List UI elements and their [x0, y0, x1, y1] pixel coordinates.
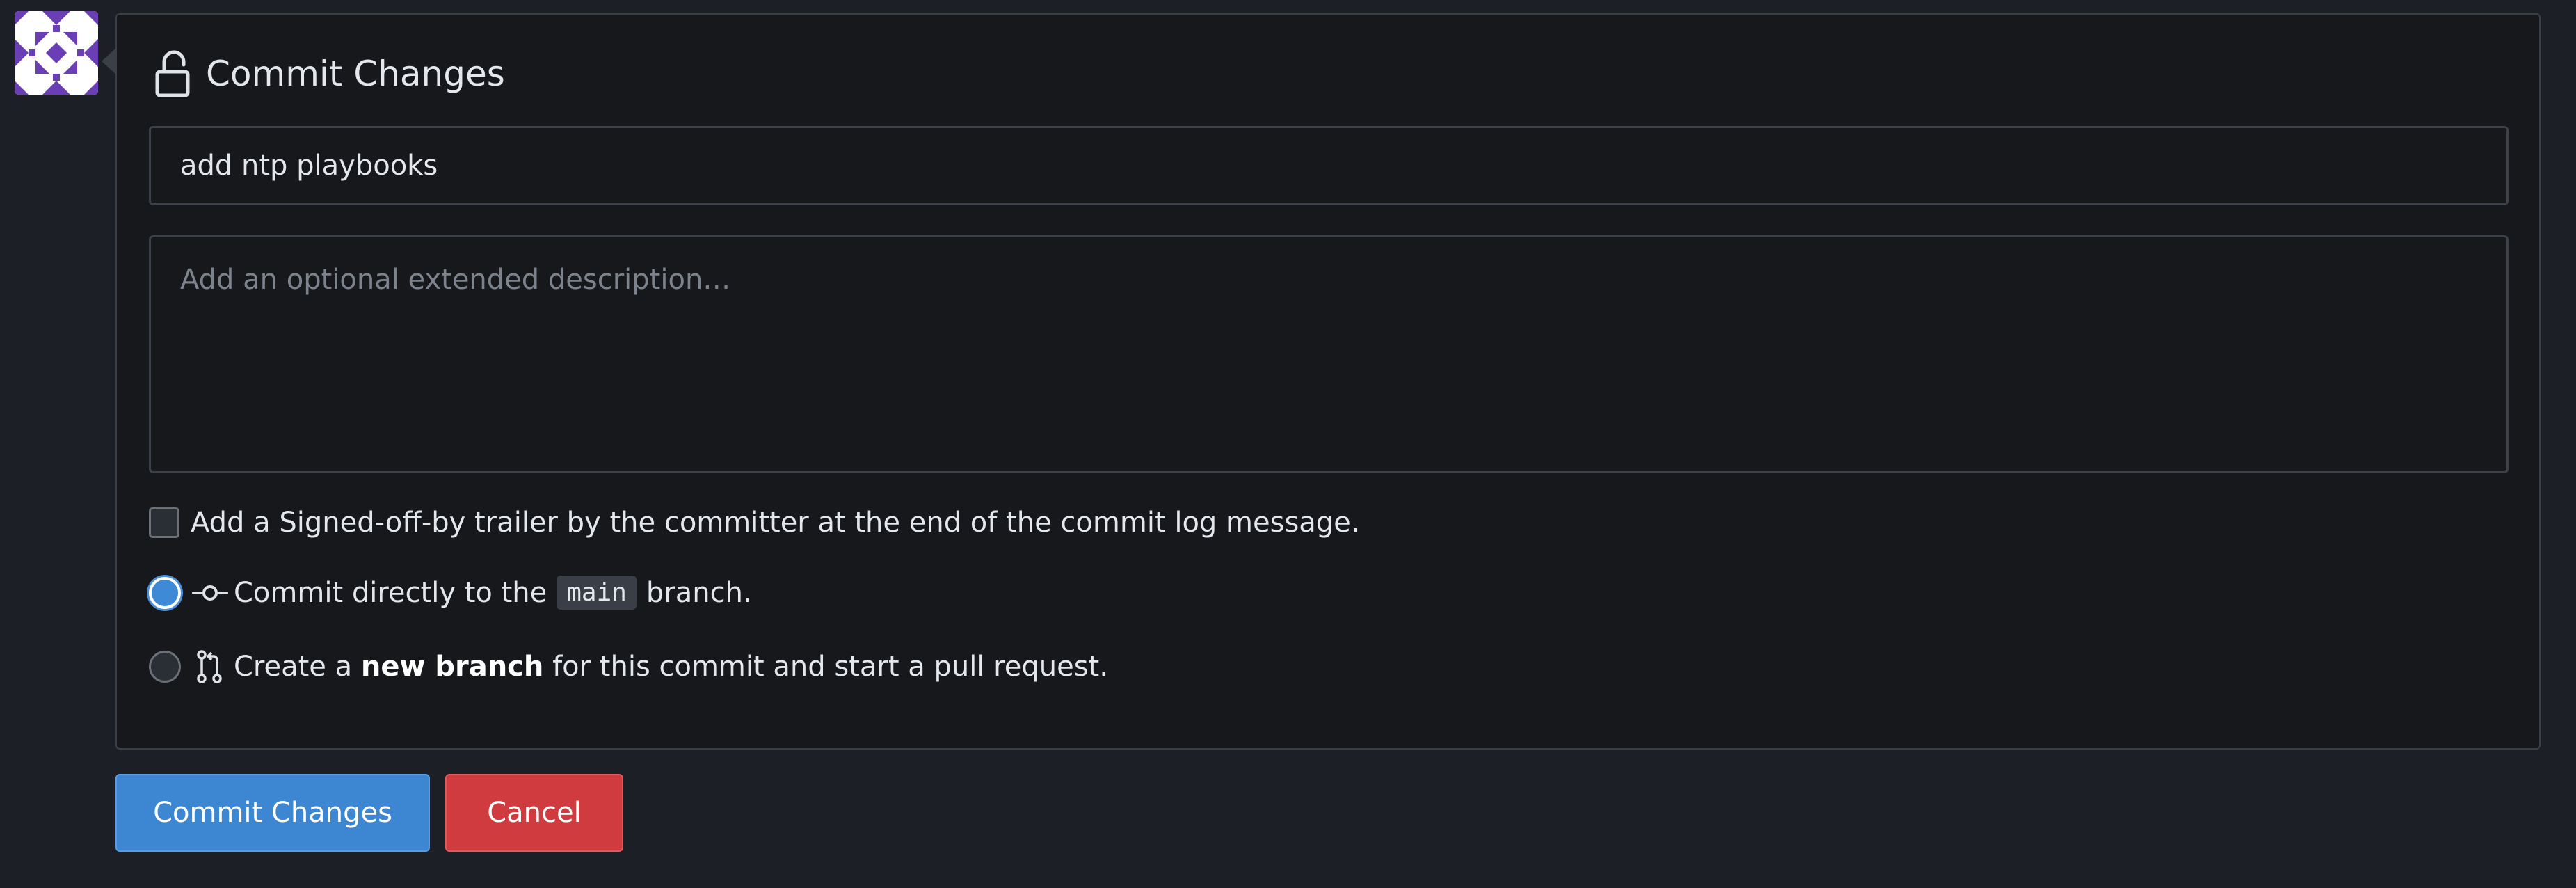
- commit-direct-option[interactable]: Commit directly to the main branch.: [149, 576, 752, 610]
- cancel-button[interactable]: Cancel: [445, 774, 623, 852]
- commit-panel: Commit Changes Add a Signed-off-by trail…: [115, 13, 2541, 750]
- page-title: Commit Changes: [206, 54, 505, 94]
- new-branch-emphasis: new branch: [360, 651, 544, 683]
- signoff-option[interactable]: Add a Signed-off-by trailer by the commi…: [149, 507, 1360, 539]
- new-branch-suffix: for this commit and start a pull request…: [552, 651, 1108, 683]
- commit-direct-suffix: branch.: [646, 576, 752, 609]
- branch-name-badge: main: [557, 576, 637, 610]
- panel-pointer: [102, 47, 117, 75]
- new-branch-prefix: Create a: [234, 651, 353, 683]
- signoff-label: Add a Signed-off-by trailer by the commi…: [191, 507, 1360, 539]
- commit-summary-input[interactable]: [149, 126, 2509, 205]
- unlock-icon: [152, 49, 196, 98]
- commit-direct-prefix: Commit directly to the: [234, 576, 547, 609]
- git-commit-icon: [192, 576, 228, 610]
- commit-direct-radio[interactable]: [149, 576, 181, 609]
- commit-changes-button[interactable]: Commit Changes: [115, 774, 430, 852]
- git-pull-request-icon: [192, 650, 228, 683]
- commit-description-textarea[interactable]: [149, 235, 2509, 473]
- new-branch-option[interactable]: Create a new branch for this commit and …: [149, 650, 1108, 683]
- commit-header: Commit Changes: [152, 46, 505, 102]
- user-avatar[interactable]: [15, 11, 98, 95]
- signoff-checkbox[interactable]: [149, 507, 179, 538]
- new-branch-radio[interactable]: [149, 651, 181, 683]
